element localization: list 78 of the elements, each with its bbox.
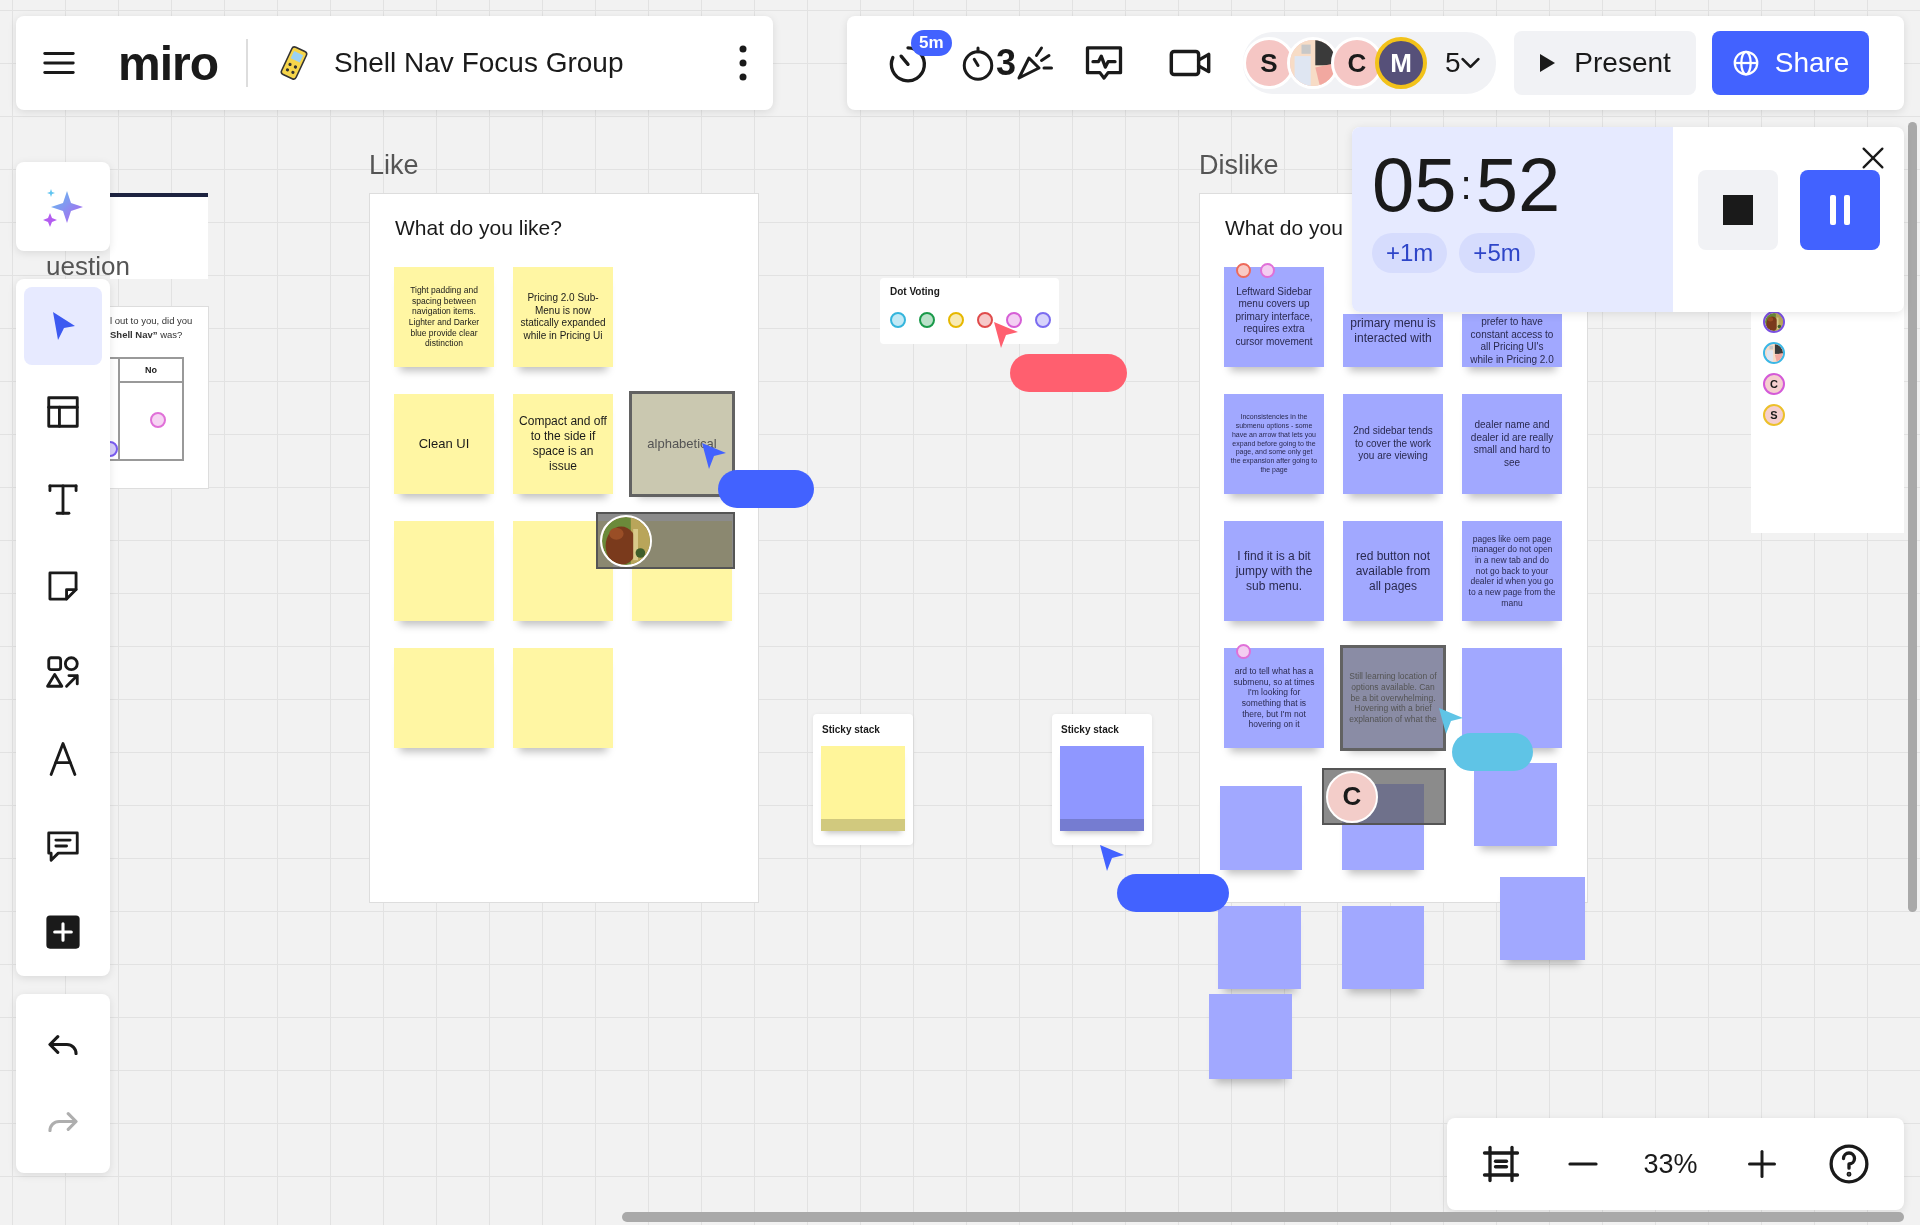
board-name[interactable]: Shell Nav Focus Group <box>334 47 715 79</box>
more-icon[interactable] <box>737 43 749 83</box>
user-avatar[interactable] <box>1763 342 1785 364</box>
sticky-note[interactable]: Tight padding and spacing between navigation items. Lighter and Darker blue provide clear distinction <box>394 267 494 367</box>
frame-title: uestion <box>46 254 130 278</box>
present-button[interactable]: Present <box>1513 31 1696 95</box>
frame-heading: What do you like? <box>395 216 562 240</box>
stack-title: Sticky stack <box>822 724 880 735</box>
question-text: Shell Nav” was? <box>110 329 183 342</box>
stop-button[interactable] <box>1697 170 1778 250</box>
card-title: Dot Voting <box>890 286 940 297</box>
cursor-icon <box>992 320 1020 350</box>
sticky-note[interactable]: Compact and off to the side if space is an issue <box>513 394 613 494</box>
avatar-initial: C <box>1347 47 1367 79</box>
sticky-note[interactable]: 2nd sidebar tends to cover the work you are viewing <box>1343 394 1443 494</box>
zoom-out-button[interactable] <box>1568 1162 1599 1166</box>
vote-dot[interactable] <box>890 312 906 328</box>
user-avatar[interactable] <box>1763 311 1785 333</box>
pause-button[interactable] <box>1799 170 1880 250</box>
user-avatar[interactable]: M <box>1375 37 1427 89</box>
column-header: No <box>118 359 182 383</box>
timer-separator: : <box>1460 165 1472 205</box>
undo-icon <box>48 1033 78 1055</box>
avatar-initial: S <box>1260 47 1278 79</box>
avatar-initial: S <box>1770 409 1778 421</box>
stack-title: Sticky stack <box>1061 724 1119 735</box>
cursor-icon <box>1098 843 1126 873</box>
timer-seconds: 52 <box>1475 147 1561 223</box>
share-button[interactable]: Share <box>1711 31 1869 95</box>
vote-dot[interactable] <box>948 312 964 328</box>
avatar-initial: M <box>1390 47 1412 79</box>
sticky-note[interactable]: Pricing 2.0 Sub-Menu is now statically expanded while in Pricing Ui <box>513 267 613 367</box>
stop-icon <box>1722 195 1753 225</box>
sticky-note[interactable]: Clean UI <box>394 394 494 494</box>
avatar-initial: C <box>1770 378 1778 390</box>
sticky-note[interactable]: primary menu is interacted with <box>1343 314 1443 367</box>
avatar-initial: C <box>1342 781 1362 812</box>
play-icon <box>1538 53 1557 73</box>
timer-badge: 5m <box>911 30 952 56</box>
vote-dot[interactable] <box>1035 312 1051 328</box>
sticky-stack[interactable]: Sticky stack <box>813 714 913 845</box>
voting-tool[interactable]: 3 <box>951 43 1061 83</box>
horizontal-scrollbar[interactable] <box>622 1212 1904 1222</box>
pause-icon <box>1829 195 1850 225</box>
frame-title: Dislike <box>1199 150 1279 181</box>
logo[interactable]: miro <box>118 35 218 91</box>
sticky-note[interactable]: alphabetical <box>632 394 732 494</box>
sticky-note[interactable]: ard to tell what has a submenu, so at times I'm looking for something that is there, but I'm not hovering on it <box>1224 648 1324 748</box>
frame-heading: What do you <box>1225 216 1343 240</box>
countdown-digit: 3 <box>996 45 1016 81</box>
zoom-level[interactable]: 33% <box>1643 1148 1698 1180</box>
sticky-note[interactable]: Leftward Sidebar menu covers up primary interface, requires extra cursor movement <box>1224 267 1324 367</box>
sticky-stack[interactable]: Sticky stack <box>1052 714 1152 845</box>
add-time-button[interactable]: +1m <box>1372 233 1448 273</box>
sticky-note[interactable]: red button not available from all pages <box>1343 521 1443 621</box>
sticky-note[interactable]: prefer to have constant access to all Pricing UI's while in Pricing 2.0 <box>1462 314 1562 367</box>
sticky-note[interactable]: dealer name and dealer id are really small and hard to see <box>1462 394 1562 494</box>
sticky-note[interactable]: pages like oem page manager do not open in a new tab and do not go back to your dealer id when you go to a new page from the manu <box>1462 521 1562 621</box>
timer-minutes: 05 <box>1372 147 1457 223</box>
frame-title: Like <box>369 150 419 181</box>
cursor-icon <box>1437 706 1465 736</box>
vertical-scrollbar[interactable] <box>1908 122 1917 912</box>
collaborators-button[interactable]: S C M 5 <box>1243 32 1496 94</box>
cursor-tool-button[interactable] <box>24 287 102 365</box>
sticky-note[interactable]: I find it is a bit jumpy with the sub menu. <box>1224 521 1324 621</box>
user-avatar[interactable]: C <box>1763 373 1785 395</box>
vote-dot[interactable] <box>919 312 935 328</box>
question-text: l out to you, did you <box>110 315 193 328</box>
user-avatar[interactable]: S <box>1763 404 1785 426</box>
minus-icon <box>1568 1162 1599 1166</box>
vote-dot[interactable] <box>1006 312 1022 328</box>
collaborator-count: 5 <box>1445 47 1461 79</box>
add-time-button[interactable]: +5m <box>1459 233 1535 273</box>
sticky-note[interactable] <box>513 521 613 621</box>
redo-icon <box>48 1111 78 1133</box>
chevron-down-icon <box>1460 57 1480 69</box>
plus-icon <box>44 913 82 952</box>
vote-dot[interactable] <box>977 312 993 328</box>
